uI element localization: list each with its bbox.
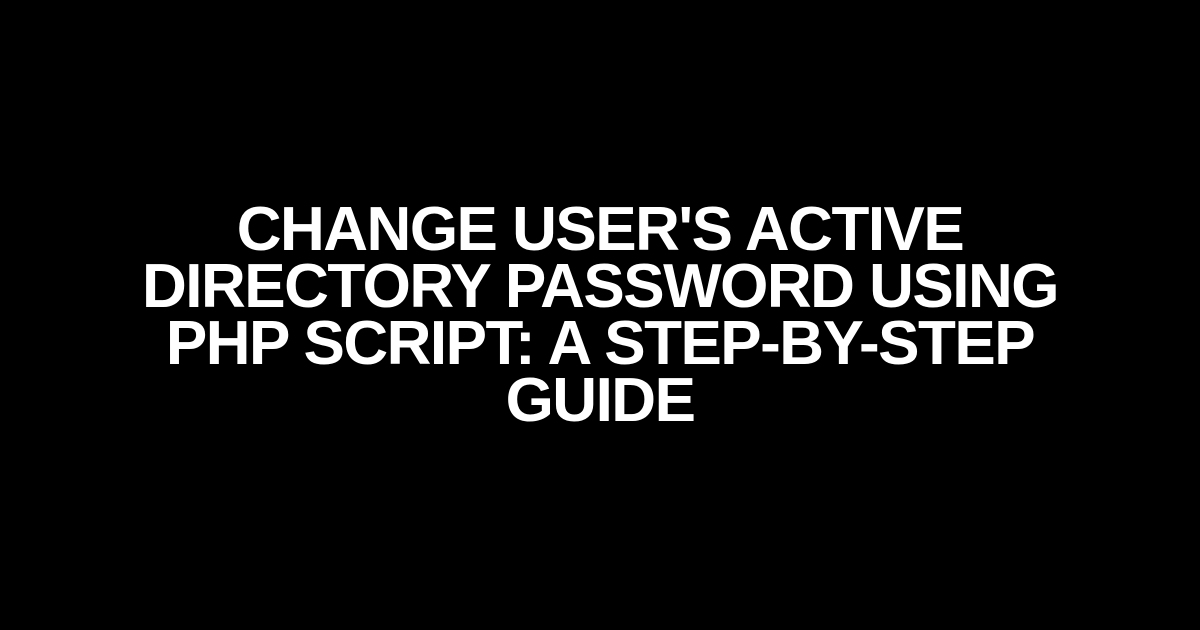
page-title: CHANGE USER'S ACTIVE DIRECTORY PASSWORD … <box>140 201 1060 429</box>
title-container: CHANGE USER'S ACTIVE DIRECTORY PASSWORD … <box>0 201 1200 429</box>
